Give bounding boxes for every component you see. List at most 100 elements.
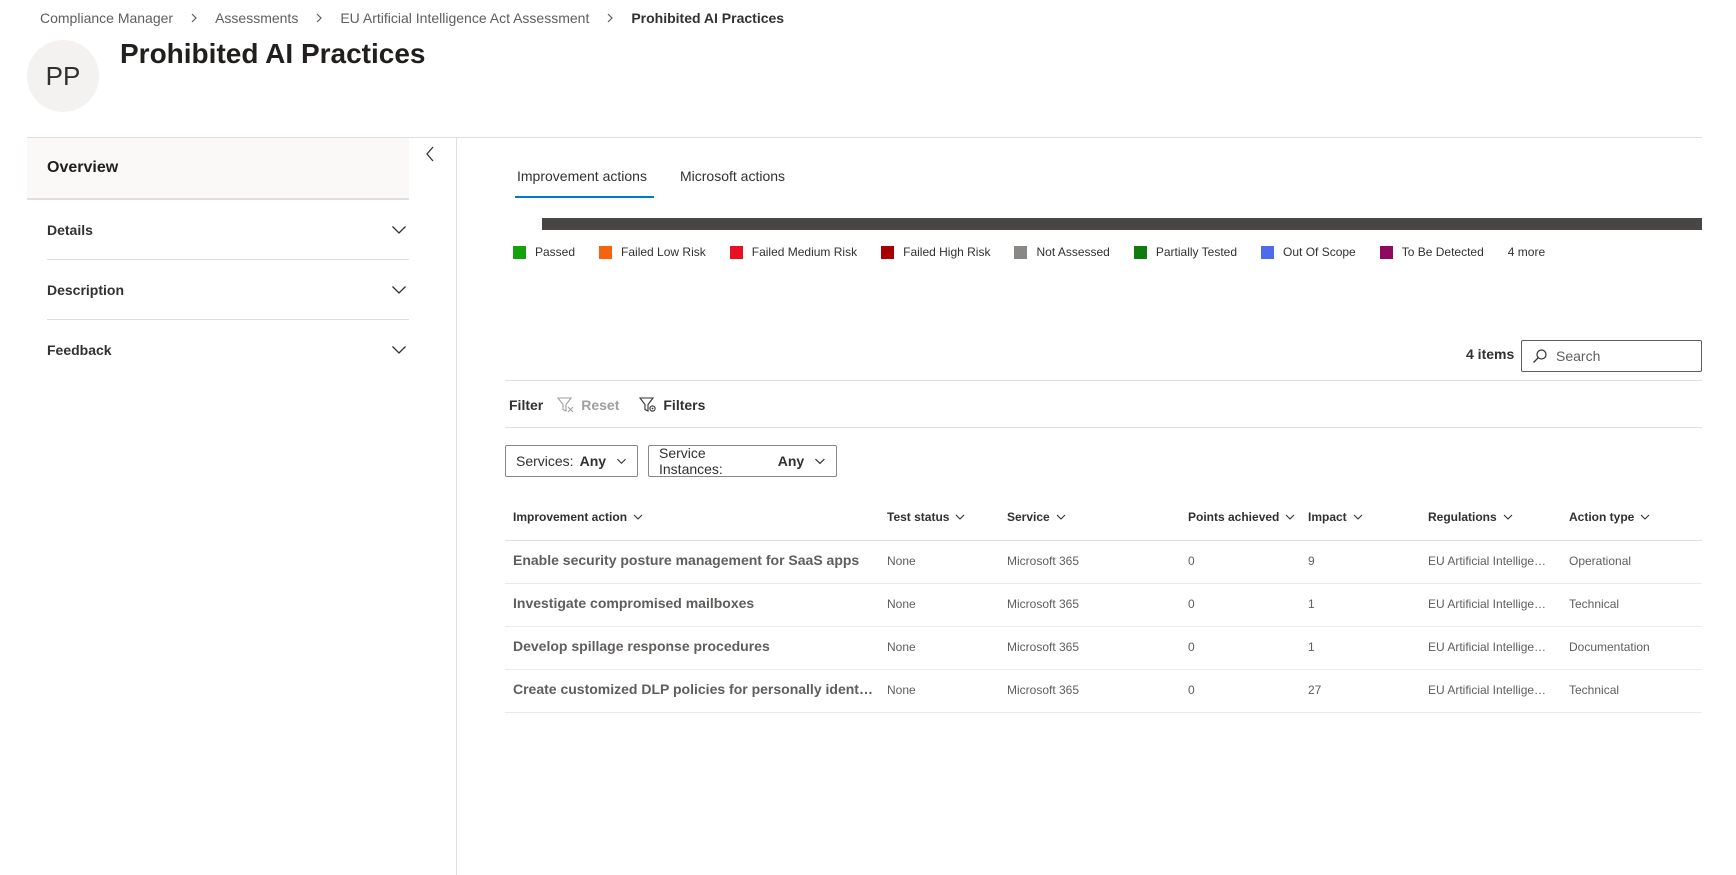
- cell-improvement-action[interactable]: Create customized DLP policies for perso…: [513, 681, 875, 697]
- cell-test-status: None: [887, 640, 916, 654]
- chevron-down-icon: [815, 458, 825, 465]
- cell-service: Microsoft 365: [1007, 640, 1080, 654]
- cell-impact: 1: [1308, 640, 1315, 654]
- accordion-label: Feedback: [47, 342, 112, 358]
- cell-impact: 1: [1308, 597, 1315, 611]
- breadcrumb-assessments[interactable]: Assessments: [215, 10, 298, 26]
- breadcrumb-compliance-manager[interactable]: Compliance Manager: [40, 10, 173, 26]
- cell-regulations: EU Artificial Intelligence Act: [1428, 597, 1552, 611]
- tab-microsoft-actions[interactable]: Microsoft actions: [680, 168, 785, 184]
- legend-more-link[interactable]: 4 more: [1508, 245, 1545, 259]
- filter-label: Filter: [509, 397, 544, 413]
- cell-impact: 27: [1308, 683, 1322, 697]
- column-header-impact[interactable]: Impact: [1308, 510, 1363, 524]
- column-header-improvement-action[interactable]: Improvement action: [513, 510, 643, 524]
- legend-item-passed: Passed: [513, 245, 575, 259]
- cell-service: Microsoft 365: [1007, 683, 1080, 697]
- legend-item-out-of-scope: Out Of Scope: [1261, 245, 1356, 259]
- reset-filters-button[interactable]: Reset: [557, 397, 619, 413]
- service-instances-dropdown[interactable]: Service Instances: Any: [648, 445, 837, 477]
- column-label: Action type: [1569, 510, 1635, 524]
- chevron-down-icon: [392, 346, 406, 354]
- cell-impact: 9: [1308, 554, 1315, 568]
- table-row[interactable]: Enable security posture management for S…: [505, 541, 1702, 584]
- chevron-down-icon: [1640, 514, 1650, 520]
- cell-points-achieved: 0: [1188, 683, 1195, 697]
- legend-item-partially-tested: Partially Tested: [1133, 245, 1237, 259]
- cell-test-status: None: [887, 554, 916, 568]
- search-icon: [1533, 349, 1547, 363]
- breadcrumb-current: Prohibited AI Practices: [631, 10, 785, 26]
- legend-swatch: [599, 245, 613, 259]
- list-divider: [505, 380, 1702, 381]
- cell-improvement-action[interactable]: Enable security posture management for S…: [513, 552, 875, 568]
- legend-item-failed-low-risk: Failed Low Risk: [599, 245, 706, 259]
- chevron-down-icon: [617, 458, 627, 465]
- accordion-description[interactable]: Description: [47, 260, 409, 320]
- chevron-left-icon: [426, 146, 434, 162]
- legend-swatch: [1379, 245, 1393, 259]
- column-header-test-status[interactable]: Test status: [887, 510, 965, 524]
- legend-swatch: [1014, 245, 1028, 259]
- dropdown-label: Service Instances:: [659, 445, 723, 477]
- filters-button[interactable]: Filters: [639, 397, 705, 413]
- column-header-points-achieved[interactable]: Points achieved: [1188, 510, 1295, 524]
- tab-improvement-actions[interactable]: Improvement actions: [515, 168, 654, 198]
- item-count: 4 items: [1466, 346, 1515, 362]
- column-label: Test status: [887, 510, 950, 524]
- legend-item-to-be-detected: To Be Detected: [1379, 245, 1484, 259]
- search-input[interactable]: [1556, 348, 1696, 364]
- chevron-down-icon: [956, 514, 965, 520]
- dropdown-value: Any: [579, 453, 607, 469]
- table-row[interactable]: Investigate compromised mailboxes None M…: [505, 584, 1702, 627]
- clear-filter-icon: [557, 397, 574, 413]
- breadcrumb-eu-ai-act-assessment[interactable]: EU Artificial Intelligence Act Assessmen…: [340, 10, 589, 26]
- cell-improvement-action[interactable]: Investigate compromised mailboxes: [513, 595, 875, 611]
- column-header-action-type[interactable]: Action type: [1569, 510, 1650, 524]
- legend-item-not-assessed: Not Assessed: [1014, 245, 1110, 259]
- collapse-panel-button[interactable]: [420, 142, 440, 166]
- cell-points-achieved: 0: [1188, 554, 1195, 568]
- legend-label: Failed High Risk: [903, 245, 991, 259]
- accordion-feedback[interactable]: Feedback: [47, 320, 409, 380]
- search-box[interactable]: [1521, 340, 1702, 372]
- chevron-down-icon: [1285, 514, 1295, 520]
- filters-label: Filters: [663, 397, 706, 413]
- cell-regulations: EU Artificial Intelligence Act: [1428, 640, 1552, 654]
- cell-action-type: Technical: [1569, 683, 1620, 697]
- cell-points-achieved: 0: [1188, 597, 1195, 611]
- cell-regulations: EU Artificial Intelligence Act: [1428, 683, 1552, 697]
- accordion-label: Details: [47, 221, 93, 238]
- sidebar-item-overview[interactable]: Overview: [27, 138, 409, 200]
- legend-swatch: [1133, 245, 1147, 259]
- legend-label: Failed Low Risk: [621, 245, 706, 259]
- accordion-details[interactable]: Details: [47, 200, 409, 260]
- dropdown-value: Any: [777, 453, 805, 469]
- chevron-right-icon: [191, 13, 197, 23]
- reset-label: Reset: [581, 397, 620, 413]
- legend-label: To Be Detected: [1401, 245, 1484, 259]
- chevron-right-icon: [316, 13, 323, 23]
- page-title: Prohibited AI Practices: [120, 38, 426, 69]
- filter-settings-icon: [639, 397, 657, 412]
- column-header-service[interactable]: Service: [1007, 510, 1066, 524]
- legend-swatch: [513, 245, 526, 259]
- cell-improvement-action[interactable]: Develop spillage response procedures: [513, 638, 875, 654]
- column-header-regulations[interactable]: Regulations: [1428, 510, 1513, 524]
- chevron-down-icon: [1056, 514, 1066, 520]
- legend-item-failed-medium-risk: Failed Medium Risk: [729, 245, 857, 259]
- column-label: Points achieved: [1188, 510, 1280, 524]
- table-row[interactable]: Create customized DLP policies for perso…: [505, 670, 1702, 713]
- column-label: Improvement action: [513, 510, 628, 524]
- column-label: Service: [1007, 510, 1050, 524]
- column-label: Regulations: [1428, 510, 1497, 524]
- table-row[interactable]: Develop spillage response procedures Non…: [505, 627, 1702, 670]
- cell-service: Microsoft 365: [1007, 597, 1080, 611]
- legend-label: Out Of Scope: [1283, 245, 1356, 259]
- chevron-down-icon: [392, 285, 406, 294]
- panel-divider: [456, 138, 457, 875]
- cell-service: Microsoft 365: [1007, 554, 1080, 568]
- chevron-down-icon: [633, 514, 643, 520]
- cell-action-type: Technical: [1569, 597, 1620, 611]
- services-dropdown[interactable]: Services: Any: [505, 445, 638, 477]
